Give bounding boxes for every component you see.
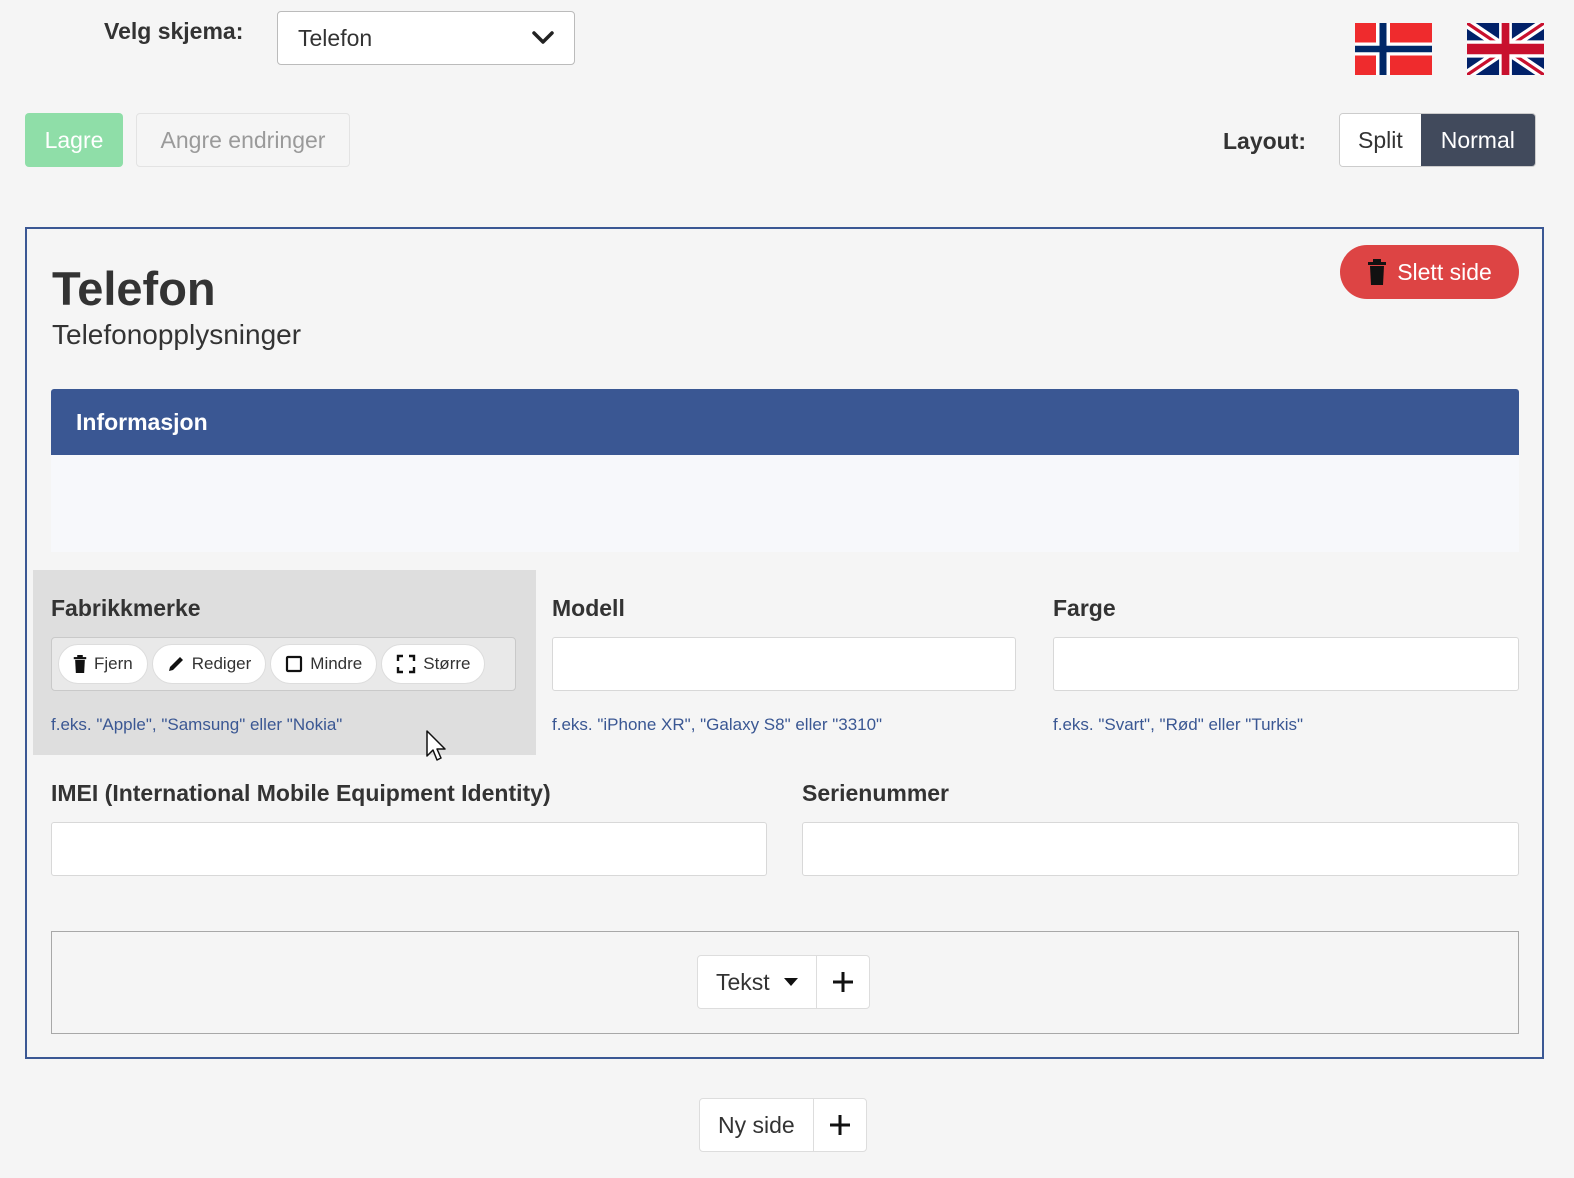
field-label-modell: Modell [552, 595, 625, 621]
pencil-icon [168, 657, 183, 671]
norwegian-flag-icon[interactable] [1355, 23, 1432, 75]
section-header: Informasjon [51, 389, 1519, 455]
field-type-label: Tekst [716, 968, 770, 995]
edit-field-label: Rediger [191, 654, 252, 673]
new-page-button[interactable] [814, 1099, 866, 1151]
schema-select-value: Telefon [298, 24, 373, 51]
page-title: Telefon [52, 262, 216, 315]
plus-icon [829, 1115, 850, 1135]
add-field-button[interactable] [817, 956, 869, 1008]
farge-input[interactable] [1053, 637, 1519, 691]
trash-icon [1368, 259, 1387, 285]
english-flag-icon[interactable] [1467, 23, 1544, 75]
delete-page-button[interactable]: Slett side [1340, 245, 1519, 299]
field-toolbar: Fjern Rediger Mindre Større [51, 637, 516, 691]
plus-icon [832, 972, 853, 992]
layout-normal-option[interactable]: Normal [1420, 114, 1535, 166]
square-icon [286, 655, 303, 673]
caret-down-icon [783, 978, 798, 986]
schema-select[interactable]: Telefon [277, 11, 575, 65]
new-page-label: Ny side [718, 1111, 795, 1138]
trash-icon [73, 655, 87, 673]
imei-input[interactable] [51, 822, 767, 876]
field-label-farge: Farge [1053, 595, 1116, 621]
delete-page-label: Slett side [1397, 258, 1492, 285]
layout-toggle: Split Normal [1339, 113, 1536, 167]
expand-field-label: Større [423, 654, 471, 673]
new-page-label-area[interactable]: Ny side [700, 1099, 814, 1151]
layout-split-option[interactable]: Split [1340, 114, 1421, 166]
shrink-field-label: Mindre [310, 654, 363, 673]
field-hint-fabrikkmerke: f.eks. "Apple", "Samsung" eller "Nokia" [51, 715, 343, 734]
expand-icon [397, 654, 416, 674]
mouse-cursor-icon [426, 730, 446, 761]
add-field-area: Tekst [51, 931, 1519, 1034]
save-button[interactable]: Lagre [25, 113, 123, 167]
schema-label: Velg skjema: [104, 18, 244, 44]
field-label-imei: IMEI (International Mobile Equipment Ide… [51, 780, 551, 806]
chevron-down-icon [532, 31, 554, 44]
serienummer-input[interactable] [802, 822, 1519, 876]
section-body [51, 455, 1519, 552]
field-hint-modell: f.eks. "iPhone XR", "Galaxy S8" eller "3… [552, 715, 883, 734]
expand-field-button[interactable]: Større [381, 644, 486, 684]
new-page-control: Ny side [699, 1098, 867, 1152]
edit-field-button[interactable]: Rediger [151, 644, 267, 684]
add-field-control: Tekst [697, 955, 870, 1009]
field-label-fabrikkmerke: Fabrikkmerke [51, 595, 201, 621]
field-label-serienummer: Serienummer [802, 780, 950, 806]
layout-label: Layout: [1223, 128, 1307, 154]
modell-input[interactable] [552, 637, 1016, 691]
field-type-dropdown[interactable]: Tekst [698, 956, 817, 1008]
field-hint-farge: f.eks. "Svart", "Rød" eller "Turkis" [1053, 715, 1304, 734]
undo-changes-button[interactable]: Angre endringer [136, 113, 350, 167]
remove-field-label: Fjern [94, 654, 133, 673]
page-card: Telefon Telefonopplysninger Slett side I… [25, 227, 1544, 1059]
shrink-field-button[interactable]: Mindre [270, 644, 378, 684]
page-subtitle: Telefonopplysninger [52, 319, 302, 350]
remove-field-button[interactable]: Fjern [58, 644, 148, 684]
